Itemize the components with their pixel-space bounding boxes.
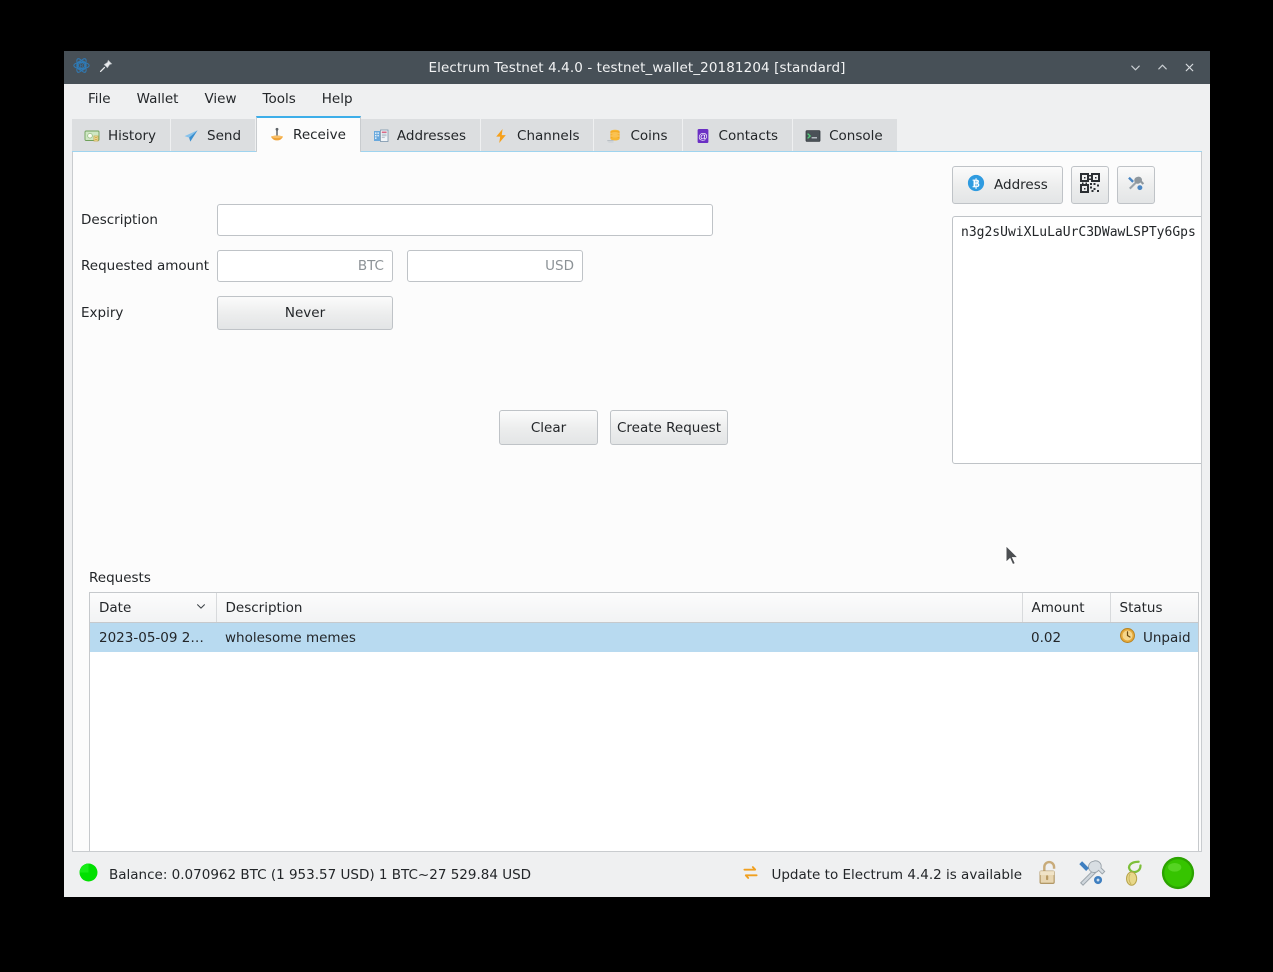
amount-usd-input[interactable] (407, 250, 583, 282)
tab-channels[interactable]: Channels (481, 119, 595, 152)
address-tools-button[interactable] (1116, 166, 1155, 204)
table-header-row: Date Description Amount Status (90, 593, 1198, 623)
column-header-status[interactable]: Status (1110, 593, 1198, 623)
cell-description: wholesome memes (216, 622, 1022, 652)
window-title: Electrum Testnet 4.4.0 - testnet_wallet_… (428, 59, 846, 76)
qr-code-icon (1079, 173, 1100, 197)
description-row: Description (81, 204, 741, 236)
menu-item-help[interactable]: Help (310, 87, 365, 111)
coins-stack-icon (606, 128, 622, 144)
receive-tab-panel: Description Requested amount Expiry Neve… (72, 152, 1202, 852)
mouse-pointer-icon (1005, 544, 1020, 571)
description-input[interactable] (217, 204, 713, 236)
form-action-buttons: Clear Create Request (499, 410, 728, 445)
expiry-dropdown-button[interactable]: Never (217, 296, 393, 330)
minimize-icon[interactable] (1125, 58, 1145, 78)
menu-item-tools[interactable]: Tools (251, 87, 308, 111)
contacts-at-icon: @ (695, 128, 711, 144)
description-label: Description (81, 212, 158, 228)
create-request-button[interactable]: Create Request (610, 410, 728, 445)
requests-section-label: Requests (89, 570, 151, 586)
chevron-down-icon (195, 600, 207, 616)
requested-amount-row: Requested amount (81, 250, 741, 282)
menu-item-file[interactable]: File (76, 87, 123, 111)
maximize-icon[interactable] (1152, 58, 1172, 78)
channels-bolt-icon (493, 128, 509, 144)
menu-bar: File Wallet View Tools Help (64, 84, 1210, 114)
address-toggle-label: Address (994, 177, 1048, 193)
cell-amount: 0.02 (1022, 622, 1110, 652)
cell-status-label: Unpaid (1143, 629, 1191, 646)
close-icon[interactable] (1179, 58, 1199, 78)
cell-status: Unpaid (1110, 622, 1198, 652)
status-bar-right: Update to Electrum 4.4.2 is available (742, 855, 1196, 895)
svg-text:฿: ฿ (972, 178, 979, 190)
address-toggle-button[interactable]: ฿ Address (952, 166, 1063, 204)
update-arrows-icon (742, 864, 759, 885)
tab-send-label: Send (207, 127, 242, 144)
svg-text:@: @ (698, 131, 708, 142)
update-available-text[interactable]: Update to Electrum 4.4.2 is available (771, 867, 1022, 883)
tab-history-label: History (108, 127, 157, 144)
electrum-logo-icon: B (73, 57, 90, 78)
requests-table: Date Description Amount Status 2023-05-0… (89, 592, 1199, 851)
history-banknote-icon (84, 128, 100, 144)
tab-addresses[interactable]: Addresses (360, 119, 482, 152)
requested-amount-label: Requested amount (81, 258, 210, 274)
console-terminal-icon (805, 128, 821, 144)
tab-console-label: Console (829, 127, 883, 144)
expiry-row: Expiry Never (81, 296, 741, 330)
pin-icon[interactable] (99, 58, 113, 77)
title-bar: B Electrum Testnet 4.4.0 - testnet_walle… (64, 51, 1210, 84)
column-header-date[interactable]: Date (90, 593, 217, 623)
tab-addresses-label: Addresses (396, 127, 467, 144)
addresses-cards-icon (373, 128, 389, 144)
tab-history[interactable]: History (72, 119, 172, 152)
amount-btc-input[interactable] (217, 250, 393, 282)
connected-green-dot-icon (78, 862, 99, 887)
network-green-orb-icon[interactable] (1160, 855, 1196, 895)
bitcoin-icon: ฿ (967, 174, 985, 196)
show-qr-button[interactable] (1070, 166, 1109, 204)
tab-coins-label: Coins (630, 127, 668, 144)
table-row[interactable]: 2023-05-09 20:30 wholesome memes 0.02 Un… (90, 622, 1198, 652)
tab-coins[interactable]: Coins (594, 119, 683, 152)
balance-text: Balance: 0.070962 BTC (1 953.57 USD) 1 B… (109, 866, 532, 883)
tab-bar: History Send Receive Addresses Channels … (64, 114, 1210, 152)
receive-form: Description Requested amount Expiry Neve… (81, 204, 741, 445)
tab-contacts[interactable]: @ Contacts (682, 119, 794, 152)
receive-address-panel: ฿ Address n3g2sUwiXLuLaUrC3DWawLSPTy6Gps (952, 166, 1201, 464)
cell-date: 2023-05-09 20:30 (90, 622, 216, 652)
status-bar: Balance: 0.070962 BTC (1 953.57 USD) 1 B… (64, 852, 1210, 897)
send-paperplane-icon (183, 128, 199, 144)
menu-item-view[interactable]: View (192, 87, 248, 111)
seed-icon[interactable] (1118, 858, 1148, 892)
title-bar-left-icons: B (64, 57, 113, 78)
tab-receive[interactable]: Receive (256, 116, 361, 152)
menu-item-wallet[interactable]: Wallet (125, 87, 191, 111)
expiry-label: Expiry (81, 305, 124, 321)
clear-button[interactable]: Clear (499, 410, 598, 445)
svg-text:B: B (80, 64, 84, 70)
tab-receive-label: Receive (293, 127, 346, 143)
preferences-tools-icon[interactable] (1076, 858, 1106, 892)
receive-address-textbox[interactable]: n3g2sUwiXLuLaUrC3DWawLSPTy6Gps (952, 216, 1201, 464)
tab-console[interactable]: Console (793, 119, 898, 152)
tab-send[interactable]: Send (171, 119, 257, 152)
unpaid-clock-icon (1119, 627, 1136, 648)
electrum-window: B Electrum Testnet 4.4.0 - testnet_walle… (64, 51, 1210, 897)
window-controls (1125, 58, 1210, 78)
receive-funnel-icon (269, 127, 285, 143)
column-header-amount[interactable]: Amount (1022, 593, 1111, 623)
lock-open-icon[interactable] (1034, 858, 1064, 892)
address-toolbar: ฿ Address (952, 166, 1201, 204)
tab-contacts-label: Contacts (718, 127, 779, 144)
tab-channels-label: Channels (517, 127, 580, 144)
tools-icon (1126, 174, 1145, 197)
column-header-date-label: Date (99, 599, 132, 616)
column-header-description[interactable]: Description (216, 593, 1023, 623)
